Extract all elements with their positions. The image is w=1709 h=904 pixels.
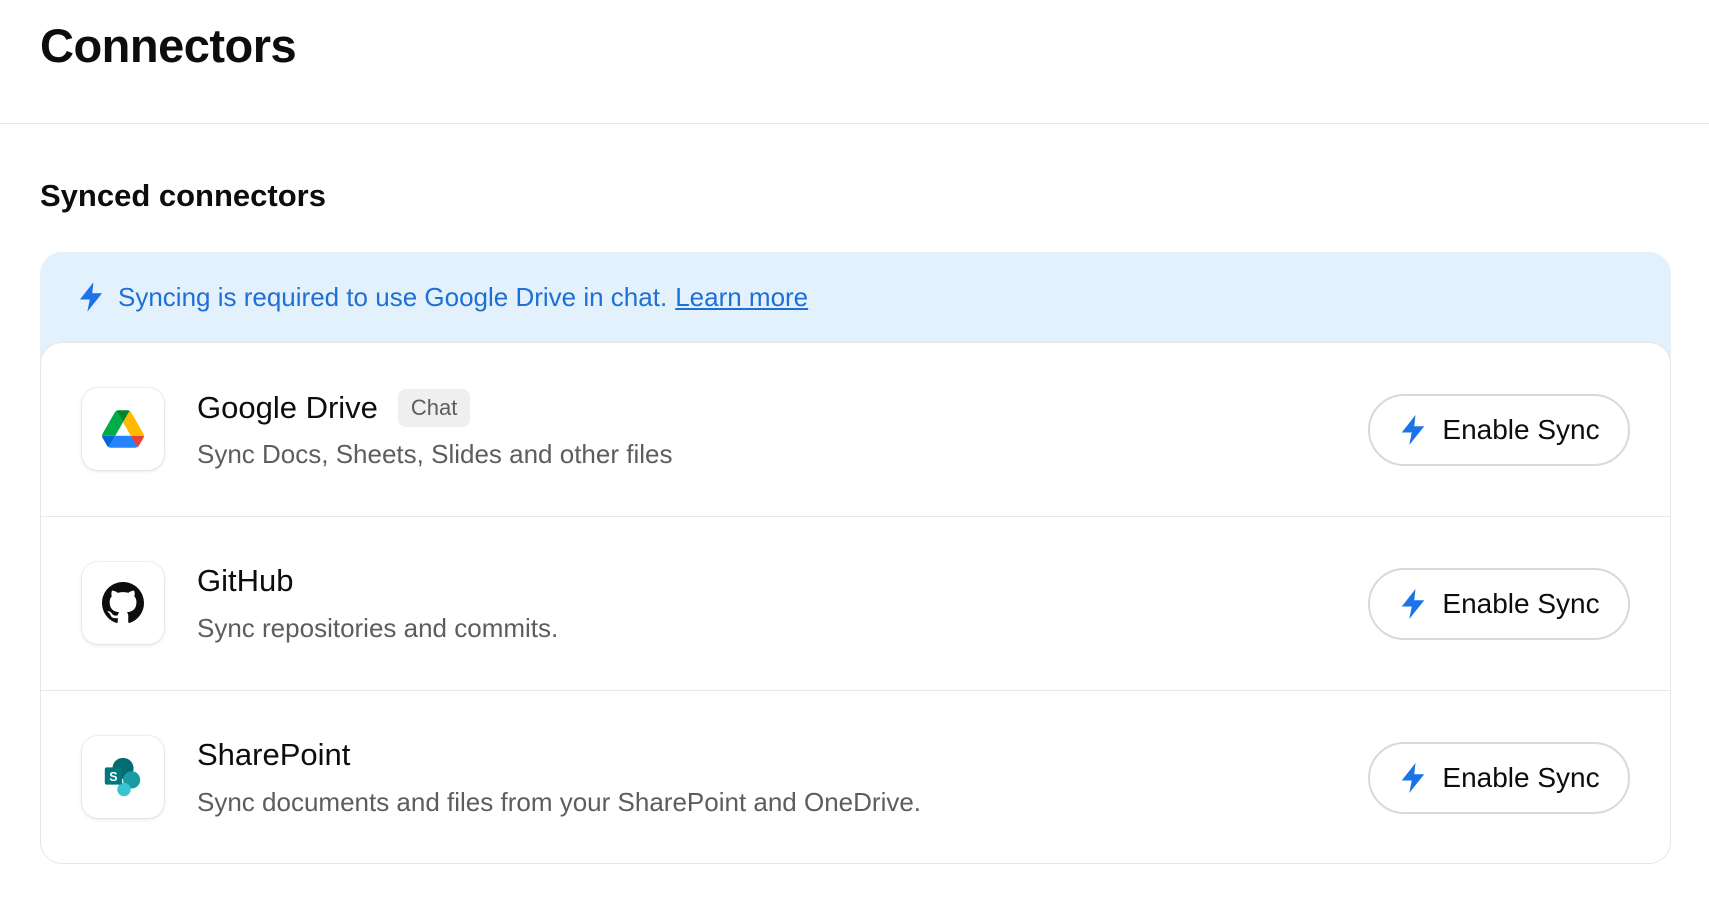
enable-sync-label: Enable Sync <box>1442 588 1600 619</box>
connector-description: Sync documents and files from your Share… <box>197 787 922 817</box>
enable-sync-label: Enable Sync <box>1442 414 1600 445</box>
synced-connectors-panel: Syncing is required to use Google Drive … <box>40 252 1671 864</box>
connector-row-google-drive: Google Drive Chat Sync Docs, Sheets, Sli… <box>41 343 1670 517</box>
connector-name-text: SharePoint <box>197 737 351 772</box>
page-title: Connectors <box>40 19 297 72</box>
bolt-icon <box>76 281 106 313</box>
learn-more-link[interactable]: Learn more <box>675 282 808 313</box>
svg-text:S: S <box>109 770 117 784</box>
page-header: Connectors <box>0 0 1709 124</box>
google-drive-icon <box>82 388 164 470</box>
connector-row-sharepoint: S SharePoint Sync documents and files fr… <box>41 691 1670 864</box>
connector-name-text: GitHub <box>197 563 294 598</box>
connector-name-text: Google Drive <box>197 390 378 425</box>
connector-name: Google Drive Chat <box>197 389 471 427</box>
connector-description: Sync repositories and commits. <box>197 613 559 643</box>
connector-name: GitHub <box>197 563 293 599</box>
enable-sync-button-sharepoint[interactable]: Enable Sync <box>1368 742 1630 814</box>
bolt-icon <box>1398 413 1428 447</box>
bolt-icon <box>1398 761 1428 795</box>
connector-row-github: GitHub Sync repositories and commits. En… <box>41 517 1670 691</box>
section-title: Synced connectors <box>40 178 326 213</box>
notice-text: Syncing is required to use Google Drive … <box>118 281 668 312</box>
enable-sync-button-google-drive[interactable]: Enable Sync <box>1368 394 1630 466</box>
sync-notice: Syncing is required to use Google Drive … <box>40 252 1671 342</box>
enable-sync-button-github[interactable]: Enable Sync <box>1368 568 1630 640</box>
connector-description: Sync Docs, Sheets, Slides and other file… <box>197 439 673 469</box>
bolt-icon <box>1398 587 1428 621</box>
enable-sync-label: Enable Sync <box>1442 762 1600 793</box>
connector-list: Google Drive Chat Sync Docs, Sheets, Sli… <box>40 342 1671 864</box>
chat-badge: Chat <box>397 389 471 427</box>
connector-name: SharePoint <box>197 737 350 773</box>
github-icon <box>82 562 164 644</box>
sharepoint-icon: S <box>82 736 164 818</box>
